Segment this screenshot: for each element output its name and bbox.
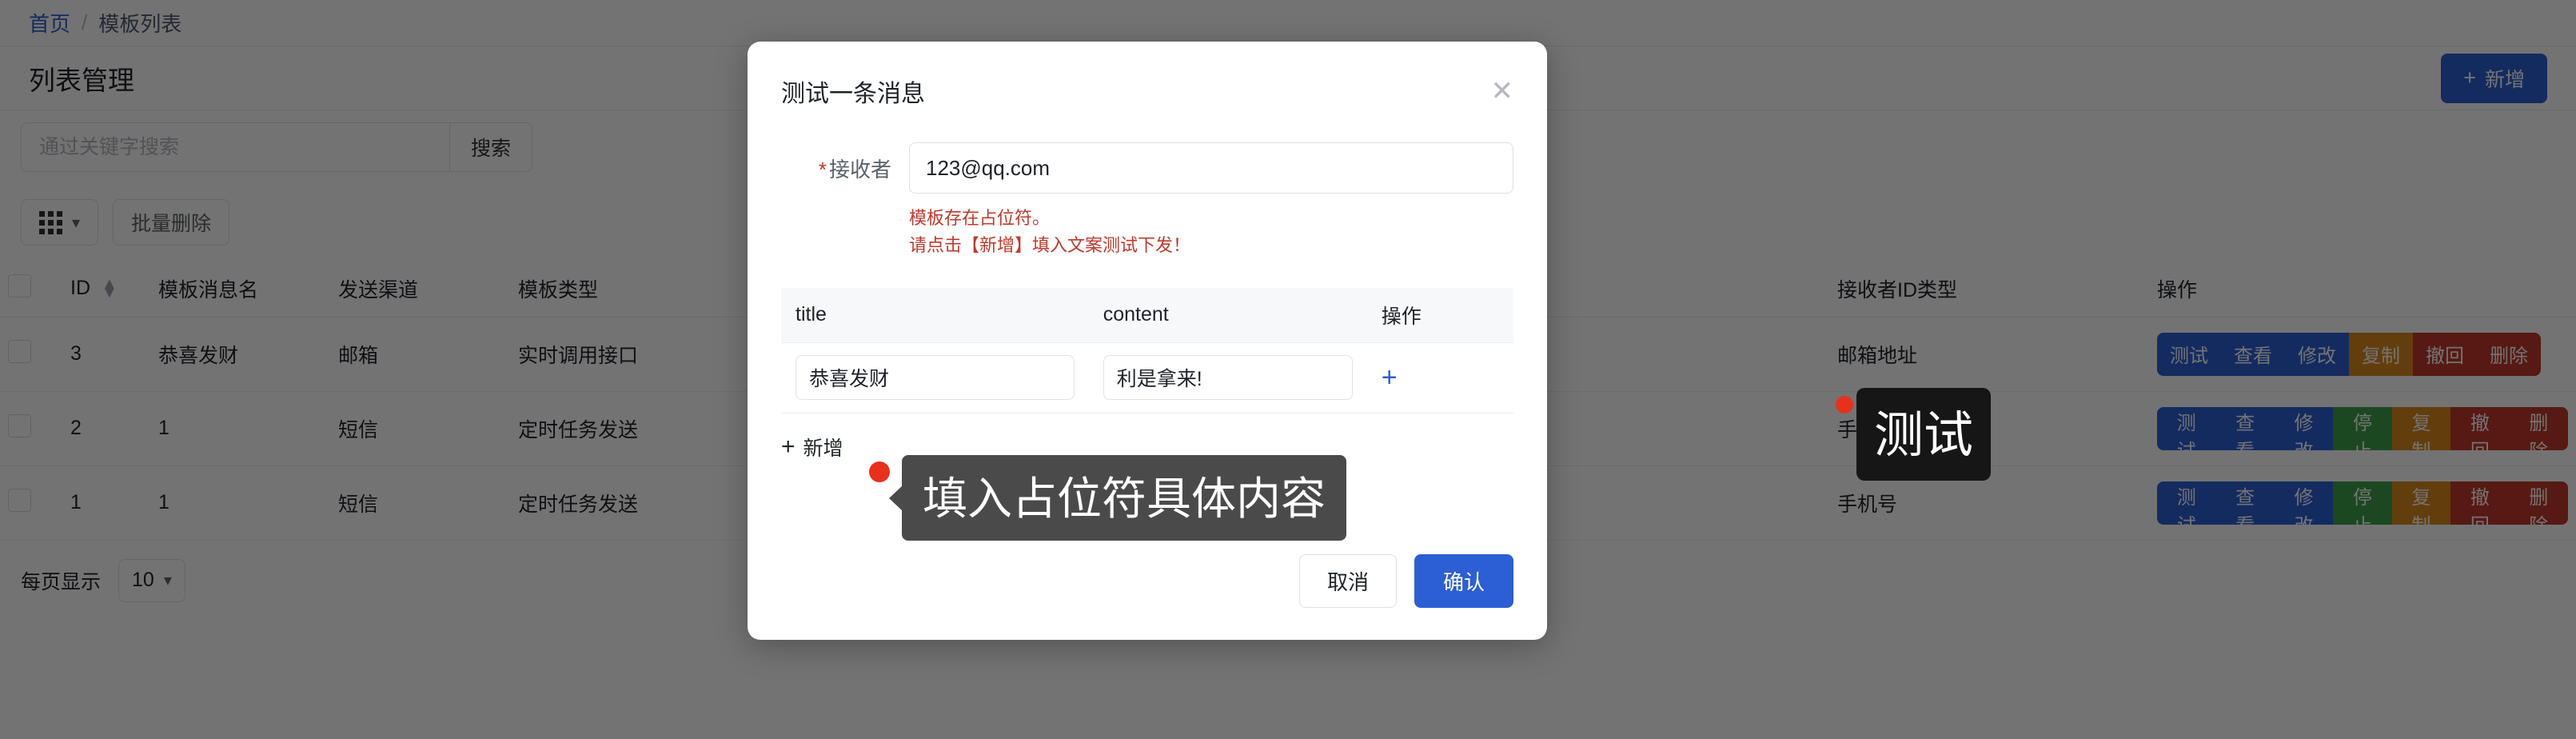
placeholder-content-input[interactable] [1103, 355, 1353, 401]
confirm-button[interactable]: 确认 [1414, 554, 1513, 608]
warning-line-1: 模板存在占位符。 [909, 208, 1051, 228]
placeholder-column-title: title [781, 288, 1089, 343]
add-placeholder-row-button[interactable]: + 新增 [781, 433, 843, 461]
dialog-title: 测试一条消息 [781, 81, 925, 107]
receiver-label-text: 接收者 [828, 157, 891, 182]
placeholder-column-actions: 操作 [1366, 288, 1513, 343]
placeholder-table: title content 操作 + [781, 288, 1513, 413]
plus-icon: + [781, 433, 796, 460]
warning-line-2: 请点击【新增】填入文案测试下发！ [909, 235, 1191, 256]
highlight-marker-add-row [869, 461, 890, 482]
receiver-form-row: * 接收者 [748, 142, 1547, 194]
highlight-marker-test-button [1836, 396, 1853, 413]
receiver-input[interactable] [909, 142, 1513, 194]
tooltip-add-row: 填入占位符具体内容 [902, 455, 1346, 541]
receiver-label: * 接收者 [781, 154, 909, 183]
placeholder-column-content: content [1088, 288, 1367, 343]
placeholder-warning: 模板存在占位符。 请点击【新增】填入文案测试下发！ [748, 205, 1547, 259]
placeholder-row: + [781, 342, 1513, 413]
add-placeholder-row-label: 新增 [803, 437, 843, 460]
cancel-button[interactable]: 取消 [1298, 554, 1397, 608]
close-icon[interactable]: ✕ [1491, 78, 1514, 105]
placeholder-action-cell: + [1366, 342, 1513, 413]
dialog-header: 测试一条消息 ✕ [748, 42, 1547, 109]
test-message-dialog: 测试一条消息 ✕ *接收者 模板存在占位符。 请点击【新增】填入文案测试下发！ … [748, 42, 1547, 640]
placeholder-title-cell [781, 342, 1089, 413]
tooltip-test-button: 测试 [1856, 388, 1992, 481]
required-asterisk: * [818, 157, 827, 182]
dialog-footer: 取消 确认 [1298, 554, 1513, 608]
placeholder-title-input[interactable] [796, 355, 1075, 401]
placeholder-table-wrap: title content 操作 + [781, 288, 1513, 413]
placeholder-header-row: title content 操作 [781, 288, 1513, 343]
placeholder-content-cell [1088, 342, 1367, 413]
plus-icon[interactable]: + [1382, 364, 1398, 391]
